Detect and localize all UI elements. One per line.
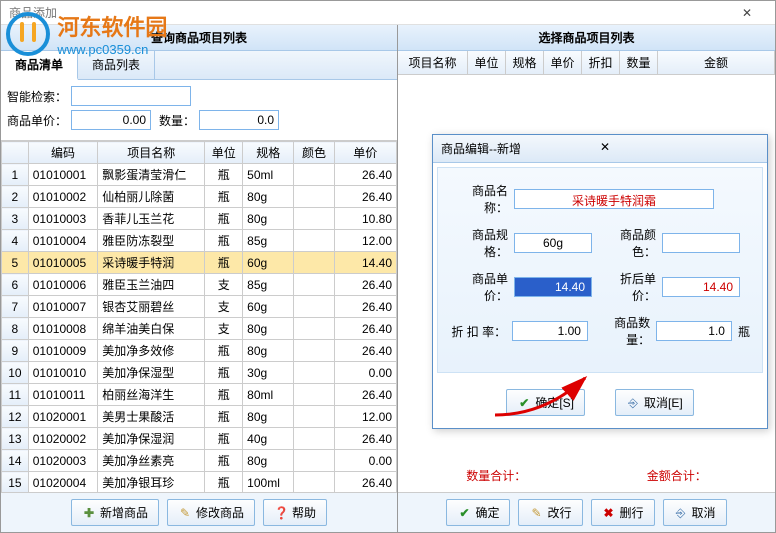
- product-name-field[interactable]: 采诗暖手特润霜: [514, 189, 714, 209]
- totals-row: 数量合计： 金额合计：: [398, 459, 775, 492]
- product-table[interactable]: 编码项目名称单位规格颜色单价101010001飘影蛋清莹滑仁瓶50ml26.40…: [1, 140, 397, 492]
- table-row[interactable]: 1101010011柏丽丝海洋生瓶80ml26.40: [2, 384, 397, 406]
- table-row[interactable]: 1401020003美加净丝素亮瓶80g0.00: [2, 450, 397, 472]
- x-icon: ✖: [602, 506, 616, 520]
- tab-product-list[interactable]: 商品清单: [1, 51, 78, 80]
- edit-product-button[interactable]: ✎修改商品: [167, 499, 255, 526]
- table-row[interactable]: 901010009美加净多效修瓶80g26.40: [2, 340, 397, 362]
- ok-button[interactable]: ✔确定: [446, 499, 510, 526]
- cancel-button[interactable]: ⎆取消: [663, 499, 727, 526]
- exit-icon: ⎆: [626, 396, 640, 410]
- unit-price-label: 商品单价：: [7, 112, 67, 129]
- help-icon: ❓: [274, 506, 288, 520]
- product-price-field[interactable]: 14.40: [514, 277, 592, 297]
- table-row[interactable]: 1001010010美加净保湿型瓶30g0.00: [2, 362, 397, 384]
- discount-price-field[interactable]: 14.40: [662, 277, 740, 297]
- modify-row-button[interactable]: ✎改行: [518, 499, 582, 526]
- table-row[interactable]: 301010003香菲儿玉兰花瓶80g10.80: [2, 208, 397, 230]
- plus-icon: ✚: [82, 506, 96, 520]
- edit-icon: ✎: [178, 506, 192, 520]
- qty-label: 数量：: [155, 112, 195, 129]
- edit-icon: ✎: [529, 506, 543, 520]
- table-row[interactable]: 601010006雅臣玉兰油四支85g26.40: [2, 274, 397, 296]
- product-edit-dialog: 商品编辑--新增 ✕ 商品名称： 采诗暖手特润霜 商品规格： 60g 商品颜色：…: [432, 134, 768, 429]
- product-spec-field[interactable]: 60g: [514, 233, 592, 253]
- smart-search-input[interactable]: [71, 86, 191, 106]
- table-row[interactable]: 801010008绵羊油美白保支80g26.40: [2, 318, 397, 340]
- discount-rate-field[interactable]: 1.00: [512, 321, 588, 341]
- product-color-field[interactable]: [662, 233, 740, 253]
- delete-row-button[interactable]: ✖删行: [591, 499, 655, 526]
- help-button[interactable]: ❓帮助: [263, 499, 327, 526]
- check-icon: ✔: [457, 506, 471, 520]
- table-row[interactable]: 1201020001美男士果酸活瓶80g12.00: [2, 406, 397, 428]
- window-titlebar: 商品添加 ✕: [1, 1, 775, 25]
- tab-product-grid[interactable]: 商品列表: [78, 51, 155, 79]
- add-product-button[interactable]: ✚新增商品: [71, 499, 159, 526]
- table-row[interactable]: 701010007银杏艾丽碧丝支60g26.40: [2, 296, 397, 318]
- dialog-close-icon[interactable]: ✕: [600, 140, 759, 157]
- check-icon: ✔: [517, 396, 531, 410]
- dialog-ok-button[interactable]: ✔确定[S]: [506, 389, 585, 416]
- right-table-header: 项目名称 单位 规格 单价 折扣 数量 金额: [398, 51, 775, 75]
- left-panel-title: 查询商品项目列表: [1, 25, 397, 51]
- qty-input[interactable]: [199, 110, 279, 130]
- window-title: 商品添加: [9, 4, 727, 21]
- table-row[interactable]: 401010004雅臣防冻裂型瓶85g12.00: [2, 230, 397, 252]
- table-row[interactable]: 1501020004美加净银耳珍瓶100ml26.40: [2, 472, 397, 493]
- dialog-title: 商品编辑--新增: [441, 140, 600, 157]
- table-row[interactable]: 101010001飘影蛋清莹滑仁瓶50ml26.40: [2, 164, 397, 186]
- right-panel-title: 选择商品项目列表: [398, 25, 775, 51]
- table-row[interactable]: 201010002仙柏丽儿除菌瓶80g26.40: [2, 186, 397, 208]
- dialog-cancel-button[interactable]: ⎆取消[E]: [615, 389, 694, 416]
- close-icon[interactable]: ✕: [727, 6, 767, 20]
- unit-price-input[interactable]: [71, 110, 151, 130]
- smart-search-label: 智能检索：: [7, 88, 67, 105]
- product-qty-field[interactable]: 1.0: [656, 321, 732, 341]
- left-tabs: 商品清单 商品列表: [1, 51, 397, 80]
- table-row[interactable]: 1301020002美加净保湿润瓶40g26.40: [2, 428, 397, 450]
- table-row[interactable]: 501010005采诗暖手特润瓶60g14.40: [2, 252, 397, 274]
- exit-icon: ⎆: [674, 506, 688, 520]
